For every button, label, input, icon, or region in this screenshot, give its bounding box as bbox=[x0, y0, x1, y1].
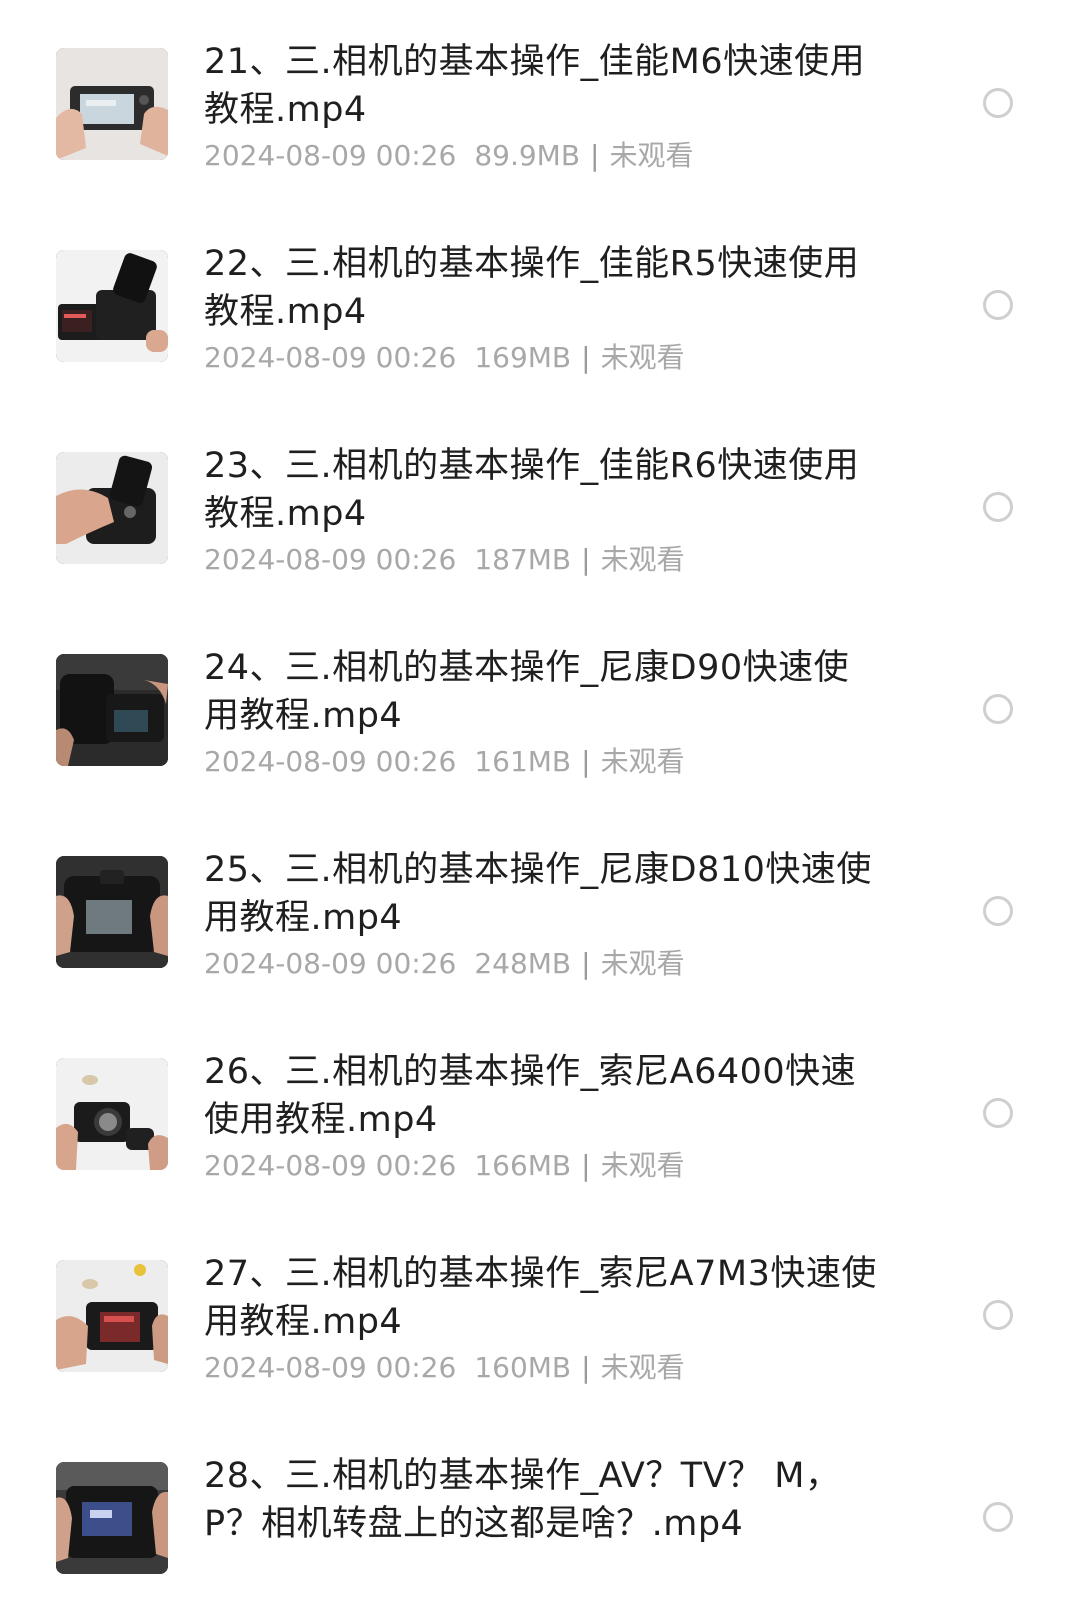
file-title: 25、三.相机的基本操作_尼康D810快速使用教程.mp4 bbox=[204, 850, 872, 938]
file-date: 2024-08-09 00:26 bbox=[204, 947, 457, 980]
mirrorless-lens-off-icon bbox=[56, 1058, 168, 1170]
hands-compact-camera-icon bbox=[56, 48, 168, 160]
camera-back-screen-icon bbox=[56, 1462, 168, 1574]
file-size: 160MB bbox=[474, 1351, 572, 1384]
file-date: 2024-08-09 00:26 bbox=[204, 745, 457, 778]
file-date: 2024-08-09 00:26 bbox=[204, 1351, 457, 1384]
file-meta: 2024-08-09 00:26 248MB | 未观看 bbox=[204, 944, 884, 984]
file-title: 24、三.相机的基本操作_尼康D90快速使用教程.mp4 bbox=[204, 648, 850, 736]
video-thumbnail[interactable] bbox=[56, 250, 168, 362]
select-radio[interactable] bbox=[983, 694, 1013, 724]
video-thumbnail[interactable] bbox=[56, 856, 168, 968]
select-radio[interactable] bbox=[983, 1300, 1013, 1330]
file-size: 187MB bbox=[474, 543, 572, 576]
watch-status: 未观看 bbox=[600, 341, 685, 374]
file-row[interactable]: 23、三.相机的基本操作_佳能R6快速使用教程.mp4 2024-08-09 0… bbox=[0, 404, 1080, 610]
hand-on-camera-icon bbox=[56, 452, 168, 564]
dslr-back-icon bbox=[56, 856, 168, 968]
file-date: 2024-08-09 00:26 bbox=[204, 543, 457, 576]
select-radio[interactable] bbox=[983, 290, 1013, 320]
video-thumbnail[interactable] bbox=[56, 48, 168, 160]
file-size: 169MB bbox=[474, 341, 572, 374]
meta-divider: | bbox=[581, 1351, 591, 1384]
select-radio[interactable] bbox=[983, 492, 1013, 522]
video-thumbnail[interactable] bbox=[56, 1260, 168, 1372]
video-file-list: 21、三.相机的基本操作_佳能M6快速使用教程.mp4 2024-08-09 0… bbox=[0, 0, 1080, 1593]
select-radio[interactable] bbox=[983, 1502, 1013, 1532]
file-row[interactable]: 27、三.相机的基本操作_索尼A7M3快速使用教程.mp4 2024-08-09… bbox=[0, 1212, 1080, 1418]
file-meta: 2024-08-09 00:26 161MB | 未观看 bbox=[204, 742, 884, 782]
file-meta: 2024-08-09 00:26 89.9MB | 未观看 bbox=[204, 136, 884, 176]
file-meta: 2024-08-09 00:26 169MB | 未观看 bbox=[204, 338, 884, 378]
watch-status: 未观看 bbox=[600, 947, 685, 980]
meta-divider: | bbox=[581, 543, 591, 576]
watch-status: 未观看 bbox=[600, 1149, 685, 1182]
file-date: 2024-08-09 00:26 bbox=[204, 1149, 457, 1182]
file-row[interactable]: 22、三.相机的基本操作_佳能R5快速使用教程.mp4 2024-08-09 0… bbox=[0, 202, 1080, 408]
select-radio[interactable] bbox=[983, 1098, 1013, 1128]
dslr-side-icon bbox=[56, 654, 168, 766]
file-row[interactable]: 26、三.相机的基本操作_索尼A6400快速使用教程.mp4 2024-08-0… bbox=[0, 1010, 1080, 1216]
file-row[interactable]: 25、三.相机的基本操作_尼康D810快速使用教程.mp4 2024-08-09… bbox=[0, 808, 1080, 1014]
file-date: 2024-08-09 00:26 bbox=[204, 139, 457, 172]
watch-status: 未观看 bbox=[600, 543, 685, 576]
file-date: 2024-08-09 00:26 bbox=[204, 341, 457, 374]
file-row[interactable]: 28、三.相机的基本操作_AV？TV？ M，P？相机转盘上的这都是啥？.mp4 bbox=[0, 1414, 1080, 1620]
file-meta: 2024-08-09 00:26 166MB | 未观看 bbox=[204, 1146, 884, 1186]
file-title: 27、三.相机的基本操作_索尼A7M3快速使用教程.mp4 bbox=[204, 1254, 877, 1342]
file-title: 28、三.相机的基本操作_AV？TV？ M，P？相机转盘上的这都是啥？.mp4 bbox=[204, 1456, 841, 1544]
file-size: 166MB bbox=[474, 1149, 572, 1182]
file-title: 22、三.相机的基本操作_佳能R5快速使用教程.mp4 bbox=[204, 244, 860, 332]
camera-lens-up-icon bbox=[56, 250, 168, 362]
video-thumbnail[interactable] bbox=[56, 1462, 168, 1574]
file-row[interactable]: 24、三.相机的基本操作_尼康D90快速使用教程.mp4 2024-08-09 … bbox=[0, 606, 1080, 812]
file-size: 161MB bbox=[474, 745, 572, 778]
file-meta: 2024-08-09 00:26 187MB | 未观看 bbox=[204, 540, 884, 580]
meta-divider: | bbox=[581, 745, 591, 778]
mirrorless-screen-icon bbox=[56, 1260, 168, 1372]
file-title: 21、三.相机的基本操作_佳能M6快速使用教程.mp4 bbox=[204, 42, 866, 130]
video-thumbnail[interactable] bbox=[56, 1058, 168, 1170]
file-size: 89.9MB bbox=[474, 139, 581, 172]
meta-divider: | bbox=[581, 1149, 591, 1182]
file-row[interactable]: 21、三.相机的基本操作_佳能M6快速使用教程.mp4 2024-08-09 0… bbox=[0, 0, 1080, 206]
meta-divider: | bbox=[581, 341, 591, 374]
watch-status: 未观看 bbox=[600, 745, 685, 778]
meta-divider: | bbox=[581, 947, 591, 980]
watch-status: 未观看 bbox=[600, 1351, 685, 1384]
select-radio[interactable] bbox=[983, 88, 1013, 118]
file-title: 23、三.相机的基本操作_佳能R6快速使用教程.mp4 bbox=[204, 446, 860, 534]
video-thumbnail[interactable] bbox=[56, 452, 168, 564]
watch-status: 未观看 bbox=[609, 139, 694, 172]
select-radio[interactable] bbox=[983, 896, 1013, 926]
meta-divider: | bbox=[590, 139, 600, 172]
video-thumbnail[interactable] bbox=[56, 654, 168, 766]
file-title: 26、三.相机的基本操作_索尼A6400快速使用教程.mp4 bbox=[204, 1052, 857, 1140]
file-meta: 2024-08-09 00:26 160MB | 未观看 bbox=[204, 1348, 884, 1388]
file-size: 248MB bbox=[474, 947, 572, 980]
